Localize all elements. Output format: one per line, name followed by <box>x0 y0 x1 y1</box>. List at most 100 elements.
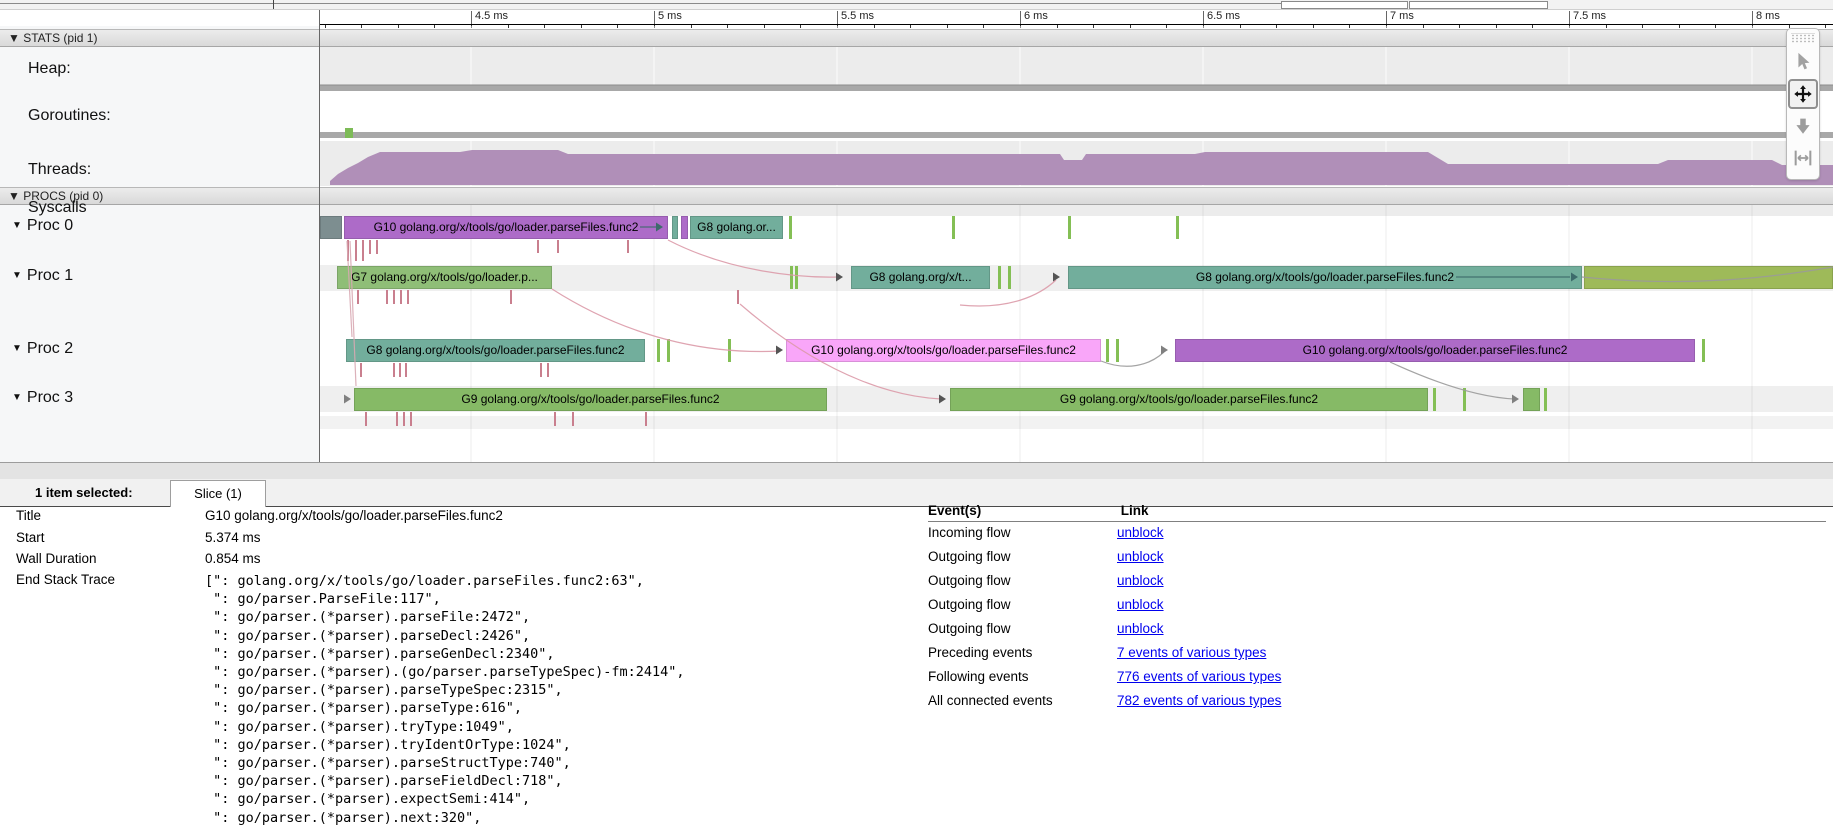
instant-event-tick[interactable] <box>657 339 660 362</box>
trace-slice[interactable] <box>1584 266 1833 289</box>
trace-slice[interactable]: G8 golang.org/x/tools/go/loader.parseFil… <box>1068 266 1582 289</box>
trace-slice[interactable]: G9 golang.org/x/tools/go/loader.parseFil… <box>354 388 827 411</box>
ruler-minor-tick <box>1166 25 1167 28</box>
procs-section-header[interactable]: ▼ PROCS (pid 0) <box>0 187 1833 205</box>
ruler-minor-tick <box>764 25 765 28</box>
flow-event-stub <box>386 290 388 304</box>
instant-event-tick[interactable] <box>1176 216 1179 239</box>
events-table-row: Outgoing flowunblock <box>928 594 1826 618</box>
pane-splitter[interactable] <box>0 462 1833 479</box>
instant-event-tick[interactable] <box>790 266 793 289</box>
flow-event-stub <box>357 290 359 304</box>
track-band <box>320 204 1833 216</box>
proc-track-label-0[interactable]: ▼Proc 0 <box>12 217 73 235</box>
flow-event-stub <box>737 290 739 304</box>
event-type-label: Outgoing flow <box>928 621 1117 636</box>
event-link[interactable]: unblock <box>1117 597 1164 612</box>
proc-track-label-2[interactable]: ▼Proc 2 <box>12 340 73 358</box>
detail-field-value: 0.854 ms <box>205 551 261 566</box>
pan-tool-button[interactable] <box>1788 79 1818 109</box>
ruler-major-tick <box>1752 11 1753 24</box>
instant-event-tick[interactable] <box>1433 388 1436 411</box>
instant-event-tick[interactable] <box>998 266 1001 289</box>
instant-event-tick[interactable] <box>1106 339 1109 362</box>
link-column-header: Link <box>1121 503 1149 518</box>
event-link[interactable]: unblock <box>1117 525 1164 540</box>
detail-field-label: Title <box>16 508 41 523</box>
proc-track-label-3[interactable]: ▼Proc 3 <box>12 389 73 407</box>
instant-event-tick[interactable] <box>1544 388 1547 411</box>
trace-slice[interactable] <box>681 216 688 239</box>
overview-view-box[interactable] <box>1409 1 1548 9</box>
toolbar-grip[interactable] <box>1791 33 1815 43</box>
events-table-row: Preceding events7 events of various type… <box>928 642 1826 666</box>
ruler-tick-label: 7.5 ms <box>1573 10 1606 22</box>
event-link[interactable]: unblock <box>1117 549 1164 564</box>
flow-event-stub <box>510 290 512 304</box>
ruler-minor-tick <box>1423 25 1424 28</box>
events-table-row: Incoming flowunblock <box>928 522 1826 546</box>
instant-event-tick[interactable] <box>1463 388 1466 411</box>
ruler-minor-tick <box>1130 25 1131 28</box>
instant-event-tick[interactable] <box>1068 216 1071 239</box>
trace-slice[interactable]: G10 golang.org/x/tools/go/loader.parseFi… <box>1175 339 1695 362</box>
timeline-overview-strip[interactable] <box>0 0 1833 10</box>
overview-view-box[interactable] <box>1281 1 1408 9</box>
instant-event-tick[interactable] <box>728 339 731 362</box>
ruler-minor-tick <box>1349 25 1350 28</box>
tab-slice[interactable]: Slice (1) <box>170 480 266 507</box>
ruler-minor-tick <box>910 25 911 28</box>
flow-arrow-path <box>350 241 356 386</box>
trace-slice[interactable]: G7 golang.org/x/tools/go/loader.p... <box>337 266 552 289</box>
event-link[interactable]: 776 events of various types <box>1117 669 1281 684</box>
detail-field-label: Wall Duration <box>16 551 97 566</box>
flow-arrow-path <box>1101 352 1164 366</box>
ruler-minor-tick <box>1642 25 1643 28</box>
trace-slice[interactable]: G9 golang.org/x/tools/go/loader.parseFil… <box>950 388 1428 411</box>
event-link[interactable]: 7 events of various types <box>1117 645 1266 660</box>
event-link[interactable]: unblock <box>1117 573 1164 588</box>
event-type-label: Incoming flow <box>928 525 1117 540</box>
select-tool-button[interactable] <box>1788 47 1818 77</box>
ruler-minor-tick <box>325 25 326 28</box>
ruler-minor-tick <box>471 25 472 28</box>
overview-line <box>0 3 1281 4</box>
pan-icon <box>1792 83 1814 105</box>
proc-track-label-1[interactable]: ▼Proc 1 <box>12 267 73 285</box>
trace-slice[interactable]: G8 golang.org/x/t... <box>851 266 990 289</box>
ruler-tick-label: 6 ms <box>1024 10 1048 22</box>
trace-slice[interactable]: G8 golang.org/x/tools/go/loader.parseFil… <box>346 339 645 362</box>
instant-event-tick[interactable] <box>952 216 955 239</box>
zoom-tool-button[interactable] <box>1788 111 1818 141</box>
event-link[interactable]: 782 events of various types <box>1117 693 1281 708</box>
trace-slice[interactable]: G8 golang.or... <box>690 216 783 239</box>
ruler-minor-tick <box>874 25 875 28</box>
flow-event-stub <box>407 290 409 304</box>
trace-slice[interactable]: G10 golang.org/x/tools/go/loader.parseFi… <box>786 339 1101 362</box>
detail-field-value: G10 golang.org/x/tools/go/loader.parseFi… <box>205 508 503 523</box>
timing-tool-button[interactable] <box>1788 143 1818 173</box>
mode-toolbar <box>1786 28 1820 180</box>
flow-event-stub <box>572 412 574 426</box>
flow-event-stub <box>410 412 412 426</box>
ruler-minor-tick <box>1569 25 1570 28</box>
instant-event-tick[interactable] <box>795 266 798 289</box>
instant-event-tick[interactable] <box>789 216 792 239</box>
flow-event-stub <box>537 240 539 253</box>
ruler-tick-label: 7 ms <box>1390 10 1414 22</box>
trace-slice[interactable] <box>1523 388 1540 411</box>
instant-event-tick[interactable] <box>667 339 670 362</box>
ruler-major-tick <box>1569 11 1570 24</box>
trace-slice[interactable]: G10 golang.org/x/tools/go/loader.parseFi… <box>344 216 668 239</box>
ruler-minor-tick <box>947 25 948 28</box>
ruler-minor-tick <box>1679 25 1680 28</box>
ruler-minor-tick <box>1532 25 1533 28</box>
trace-slice[interactable] <box>672 216 678 239</box>
stats-section-header[interactable]: ▼ STATS (pid 1) <box>0 29 1833 47</box>
instant-event-tick[interactable] <box>1008 266 1011 289</box>
instant-event-tick[interactable] <box>1702 339 1705 362</box>
trace-slice[interactable] <box>320 216 342 239</box>
ruler-minor-tick <box>654 25 655 28</box>
event-link[interactable]: unblock <box>1117 621 1164 636</box>
instant-event-tick[interactable] <box>1116 339 1119 362</box>
